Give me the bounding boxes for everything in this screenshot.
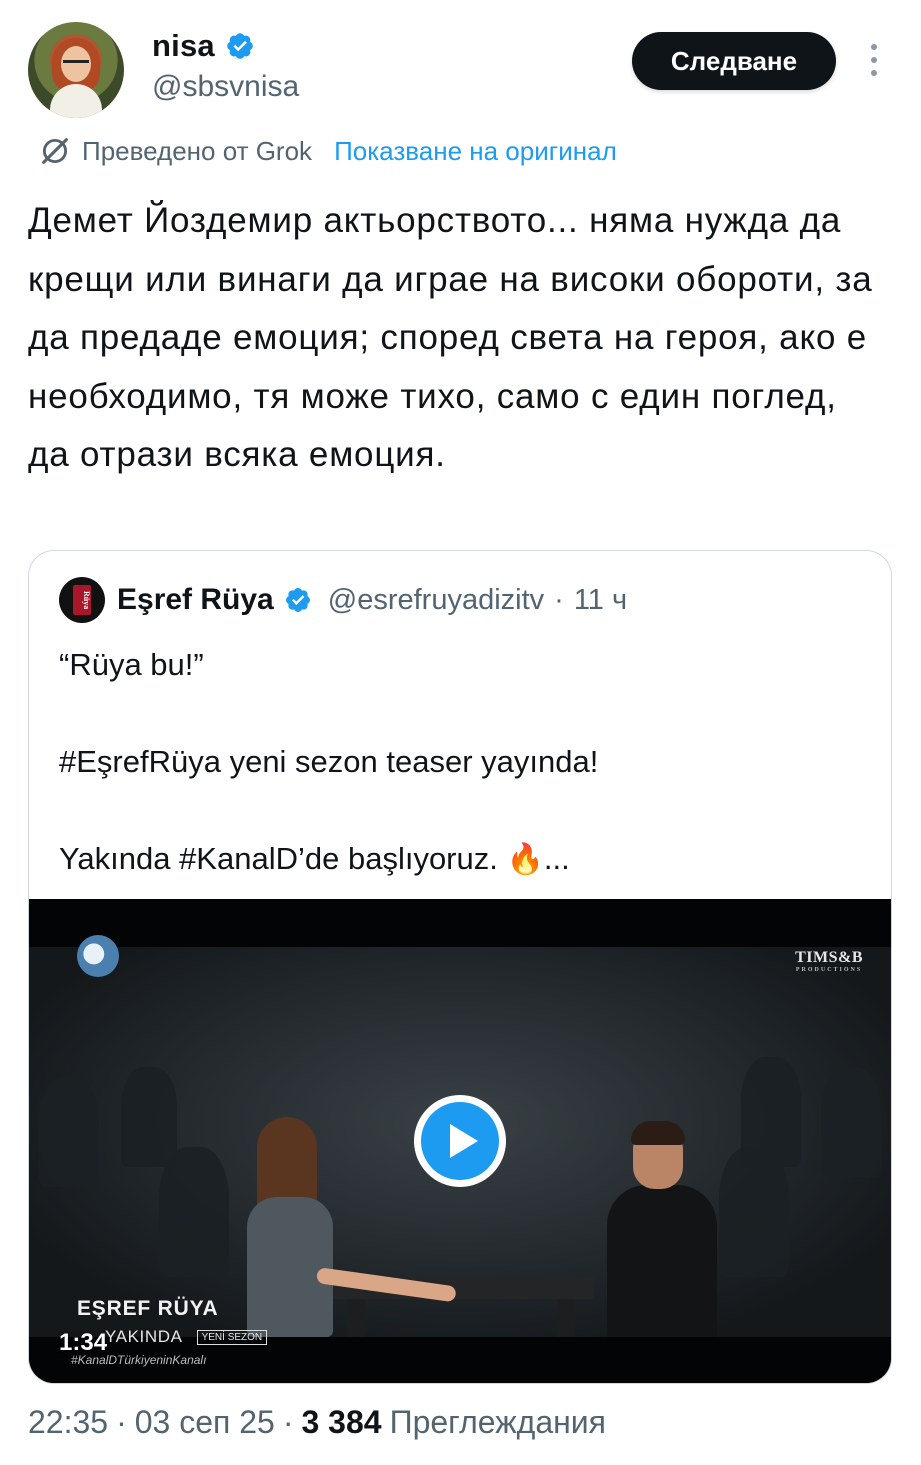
grok-icon — [42, 138, 68, 164]
video-overlay-badge: YENİ SEZON — [196, 1329, 268, 1345]
tweet-date[interactable]: 03 сеп 25 — [135, 1404, 275, 1441]
translated-by-label: Преведено от Grok — [82, 135, 313, 166]
quoted-separator: · — [554, 583, 564, 616]
meta-separator: · — [282, 1404, 294, 1440]
more-vertical-icon[interactable] — [860, 40, 888, 80]
follow-button[interactable]: Следване — [632, 32, 836, 90]
quoted-timestamp: 11 ч — [573, 583, 628, 616]
play-icon — [449, 1124, 478, 1158]
quoted-tweet-text: “Rüya bu!” #EşrefRüya yeni sezon teaser … — [59, 641, 869, 885]
play-button[interactable] — [414, 1095, 506, 1187]
video-duration: 1:34 — [59, 1329, 108, 1356]
quoted-author-name[interactable]: Eşref Rüya — [117, 583, 274, 617]
author-name-row: nisa — [152, 28, 255, 64]
translation-bar: Преведено от Grok Показване на оригинал — [38, 134, 617, 168]
quoted-avatar-logo: Rüya — [73, 585, 91, 615]
tweet-text: Демет Йоздемир актьорството... няма нужд… — [28, 201, 873, 474]
quoted-author-handle[interactable]: @esrefruyadizitv — [328, 584, 544, 617]
video-player[interactable]: TIMS&B PRODUCTIONS EŞREF RÜYA YAKINDA YE… — [29, 899, 891, 1383]
views-label[interactable]: Преглеждания — [390, 1404, 606, 1441]
quoted-text-body: “Rüya bu!” #EşrefRüya yeni sezon teaser … — [59, 647, 599, 876]
author-display-name[interactable]: nisa — [152, 28, 215, 64]
verified-badge-icon — [227, 33, 253, 59]
fire-emoji: 🔥 — [506, 843, 544, 876]
kanal-d-logo — [77, 935, 119, 977]
quoted-tweet-card[interactable]: Rüya Eşref Rüya @esrefruyadizitv · 11 ч … — [28, 550, 892, 1384]
quoted-tweet-header: Rüya Eşref Rüya @esrefruyadizitv · 11 ч — [59, 577, 627, 623]
video-overlay-subtitle-row: YAKINDA YENİ SEZON — [105, 1327, 268, 1347]
quoted-author-avatar[interactable]: Rüya — [59, 577, 105, 623]
tweet-time[interactable]: 22:35 — [28, 1404, 108, 1441]
video-overlay-subtitle: YAKINDA — [105, 1327, 183, 1346]
tweet-meta: 22:35 · 03 сеп 25 · 3 384 Преглеждания — [28, 1404, 606, 1441]
production-logo: TIMS&B PRODUCTIONS — [795, 949, 863, 973]
quoted-ellipsis: ... — [543, 841, 570, 876]
show-original-link[interactable]: Показване на оригинал — [334, 136, 617, 167]
meta-separator: · — [116, 1404, 127, 1440]
views-count[interactable]: 3 384 — [301, 1404, 381, 1441]
production-logo-sub: PRODUCTIONS — [795, 967, 863, 973]
author-handle[interactable]: @sbsvnisa — [152, 70, 299, 104]
author-avatar[interactable] — [28, 22, 124, 118]
production-logo-text: TIMS&B — [795, 949, 863, 966]
video-overlay-title: EŞREF RÜYA — [77, 1297, 219, 1320]
verified-badge-icon — [285, 588, 310, 612]
